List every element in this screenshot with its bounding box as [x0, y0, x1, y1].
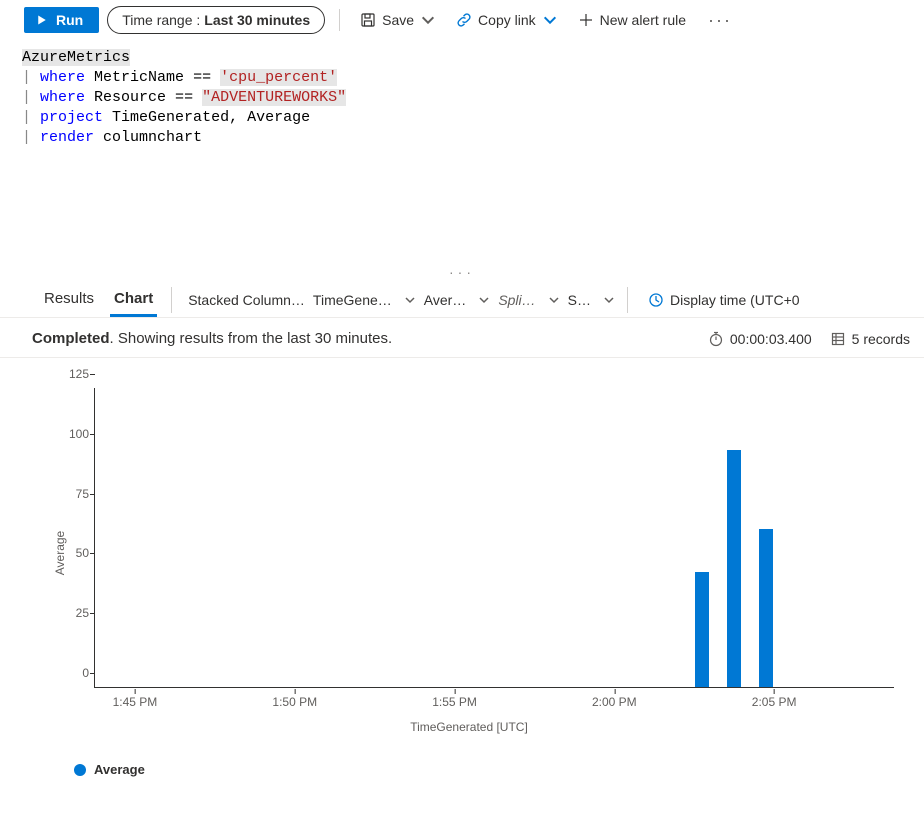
chart-plot: 02550751001251:45 PM1:50 PM1:55 PM2:00 P…: [94, 388, 894, 688]
x-tick: 2:05 PM: [752, 695, 797, 709]
chevron-down-icon: [548, 294, 560, 306]
chart-bar[interactable]: [695, 572, 709, 687]
x-tick: 1:50 PM: [272, 695, 317, 709]
query-editor[interactable]: AzureMetrics | where MetricName == 'cpu_…: [0, 44, 924, 264]
plus-icon: [578, 12, 594, 28]
y-tick: 100: [57, 427, 89, 441]
run-button[interactable]: Run: [24, 7, 99, 33]
time-range-value: Last 30 minutes: [204, 12, 310, 28]
status-bar: Completed. Showing results from the last…: [0, 318, 924, 358]
y-tick: 125: [57, 367, 89, 381]
aggregation-dropdown[interactable]: S…: [564, 286, 619, 314]
save-label: Save: [382, 12, 414, 28]
play-icon: [36, 14, 48, 26]
toolbar: Run Time range : Last 30 minutes Save Co…: [0, 0, 924, 44]
stopwatch-icon: [708, 331, 724, 347]
chevron-down-icon: [404, 294, 416, 306]
x-tick: 1:55 PM: [432, 695, 477, 709]
y-tick: 25: [57, 606, 89, 620]
legend-swatch: [74, 764, 86, 776]
split-by-dropdown[interactable]: Spli…: [494, 286, 563, 314]
link-icon: [456, 12, 472, 28]
new-alert-label: New alert rule: [600, 12, 686, 28]
y-axis-dropdown[interactable]: Aver…: [420, 286, 495, 314]
save-button[interactable]: Save: [354, 8, 442, 32]
chart-legend: Average: [34, 734, 904, 787]
splitter-handle[interactable]: ···: [0, 264, 924, 276]
x-axis-dropdown[interactable]: TimeGene…: [309, 286, 420, 314]
y-tick: 50: [57, 546, 89, 560]
y-tick: 0: [57, 666, 89, 680]
record-count: 5 records: [830, 331, 910, 347]
display-time-toggle[interactable]: Display time (UTC+0: [640, 286, 800, 314]
clock-icon: [648, 292, 664, 308]
chart-type-dropdown[interactable]: Stacked Column…: [184, 286, 309, 314]
query-duration: 00:00:03.400: [708, 331, 812, 347]
status-completed: Completed: [32, 330, 110, 347]
tab-chart[interactable]: Chart: [104, 282, 163, 317]
results-tabs: Results Chart Stacked Column… TimeGene… …: [0, 278, 924, 318]
status-text: . Showing results from the last 30 minut…: [110, 330, 393, 347]
time-range-label: Time range :: [122, 12, 200, 28]
legend-label: Average: [94, 762, 145, 777]
tab-results[interactable]: Results: [34, 282, 104, 317]
token-table: AzureMetrics: [22, 49, 130, 66]
separator: [171, 287, 172, 313]
chart-bar[interactable]: [759, 529, 773, 687]
time-range-picker[interactable]: Time range : Last 30 minutes: [107, 6, 325, 34]
chevron-down-icon: [542, 12, 558, 28]
x-tick: 2:00 PM: [592, 695, 637, 709]
x-axis-label: TimeGenerated [UTC]: [34, 720, 904, 734]
records-icon: [830, 331, 846, 347]
save-icon: [360, 12, 376, 28]
separator: [339, 9, 340, 31]
run-label: Run: [56, 12, 83, 28]
more-button[interactable]: ···: [700, 10, 740, 31]
chevron-down-icon: [478, 294, 490, 306]
copy-link-button[interactable]: Copy link: [450, 8, 564, 32]
chevron-down-icon: [420, 12, 436, 28]
new-alert-button[interactable]: New alert rule: [572, 8, 692, 32]
copy-link-label: Copy link: [478, 12, 536, 28]
x-tick: 1:45 PM: [113, 695, 158, 709]
y-tick: 75: [57, 487, 89, 501]
chart-area: Average 02550751001251:45 PM1:50 PM1:55 …: [0, 358, 924, 787]
chart-bar[interactable]: [727, 450, 741, 687]
separator: [627, 287, 628, 313]
chevron-down-icon: [603, 294, 615, 306]
